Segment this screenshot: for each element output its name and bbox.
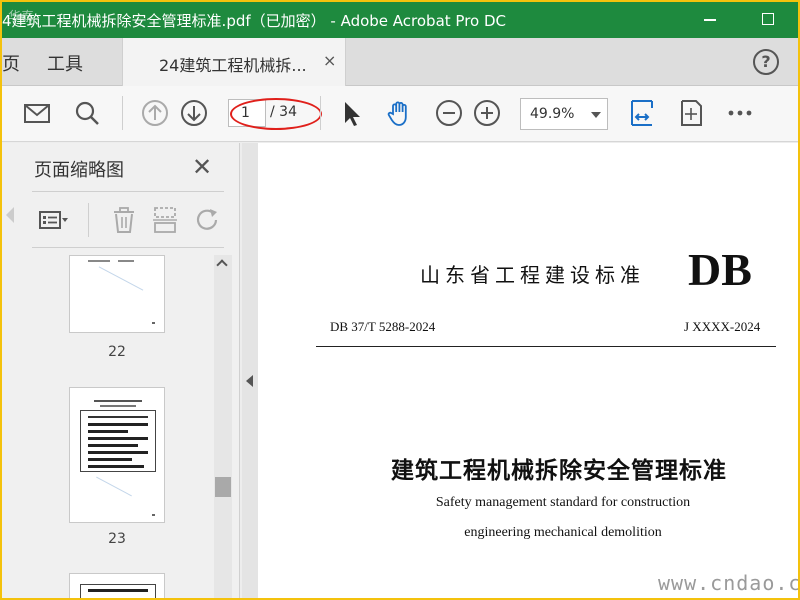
full-screen-icon[interactable]: [676, 98, 706, 128]
thumbnails-panel: 页面缩略图 ✕ 22 23: [2, 143, 240, 598]
site-watermark: www.cndao.com: [658, 571, 798, 595]
page-thumbnail[interactable]: [69, 255, 165, 333]
maximize-button[interactable]: [762, 13, 774, 25]
scroll-thumb[interactable]: [215, 477, 231, 497]
scroll-up-icon[interactable]: [216, 259, 228, 271]
document-header: 山东省工程建设标准: [420, 263, 645, 287]
minimize-button[interactable]: [704, 19, 716, 21]
divider: [32, 191, 224, 192]
tab-bar: 页 工具 24建筑工程机械拆... × ?: [2, 38, 798, 86]
tab-tools[interactable]: 工具: [47, 50, 83, 76]
thumbnail-scrollbar[interactable]: [214, 255, 232, 598]
zoom-in-icon[interactable]: [472, 98, 502, 128]
tab-document-label: 24建筑工程机械拆...: [159, 56, 307, 75]
next-page-icon[interactable]: [179, 98, 209, 128]
document-title: 建筑工程机械拆除安全管理标准: [391, 457, 727, 484]
registration-code: J XXXX-2024: [684, 319, 761, 334]
search-icon[interactable]: [72, 98, 102, 128]
zoom-out-icon[interactable]: [434, 98, 464, 128]
window-title: 4建筑工程机械拆除安全管理标准.pdf（已加密） - Adobe Acrobat…: [2, 12, 507, 30]
tab-home[interactable]: 页: [2, 50, 20, 76]
previous-page-icon[interactable]: [140, 98, 170, 128]
document-area[interactable]: 山东省工程建设标准 DB DB 37/T 5288-2024 J XXXX-20…: [258, 143, 798, 598]
page-thumbnail[interactable]: [69, 387, 165, 523]
title-bar: 4建筑工程机械拆除安全管理标准.pdf（已加密） - Adobe Acrobat…: [2, 2, 798, 38]
divider: [32, 247, 224, 248]
help-icon[interactable]: ?: [753, 49, 779, 75]
db-mark: DB: [688, 244, 752, 295]
close-icon[interactable]: ✕: [192, 153, 212, 181]
annotation-ellipse: [230, 98, 322, 130]
panel-toggle[interactable]: [242, 143, 258, 598]
panel-edge-arrow: [6, 207, 14, 223]
acrobat-window: 4建筑工程机械拆除安全管理标准.pdf（已加密） - Adobe Acrobat…: [2, 2, 798, 598]
thumbnail-page-number: 23: [108, 531, 126, 547]
thumbnail-options-icon[interactable]: [38, 205, 68, 235]
standard-code: DB 37/T 5288-2024: [330, 319, 436, 334]
page-thumbnail[interactable]: [69, 573, 165, 598]
toolbar-separator: [320, 96, 321, 130]
fit-width-icon[interactable]: [627, 98, 657, 128]
delete-page-icon[interactable]: [109, 205, 139, 235]
english-title-line2: engineering mechanical demolition: [464, 525, 662, 540]
thumbnail-page-number: 22: [108, 344, 126, 360]
extract-page-icon[interactable]: [150, 205, 180, 235]
chevron-left-icon: [246, 375, 253, 387]
corner-watermark: 华泰: [8, 10, 35, 25]
english-title-line1: Safety management standard for construct…: [435, 495, 691, 510]
email-icon[interactable]: [22, 98, 52, 128]
tab-close-button[interactable]: ×: [323, 51, 336, 70]
zoom-value: 49.9%: [530, 106, 575, 122]
select-cursor-icon[interactable]: [336, 98, 366, 128]
thumbnails-panel-title: 页面缩略图: [34, 160, 124, 181]
more-options-icon[interactable]: [725, 98, 755, 128]
toolbar-separator: [88, 203, 89, 237]
tab-document[interactable]: 24建筑工程机械拆... ×: [122, 38, 346, 86]
rotate-icon[interactable]: [192, 205, 222, 235]
toolbar: 1 / 34 49.9%: [2, 86, 798, 142]
header-rule: [316, 346, 776, 347]
zoom-select[interactable]: 49.9%: [520, 98, 608, 130]
document-page: 山东省工程建设标准 DB DB 37/T 5288-2024 J XXXX-20…: [258, 143, 798, 598]
hand-tool-icon[interactable]: [385, 98, 415, 128]
toolbar-separator: [122, 96, 123, 130]
chevron-down-icon: [591, 112, 601, 118]
